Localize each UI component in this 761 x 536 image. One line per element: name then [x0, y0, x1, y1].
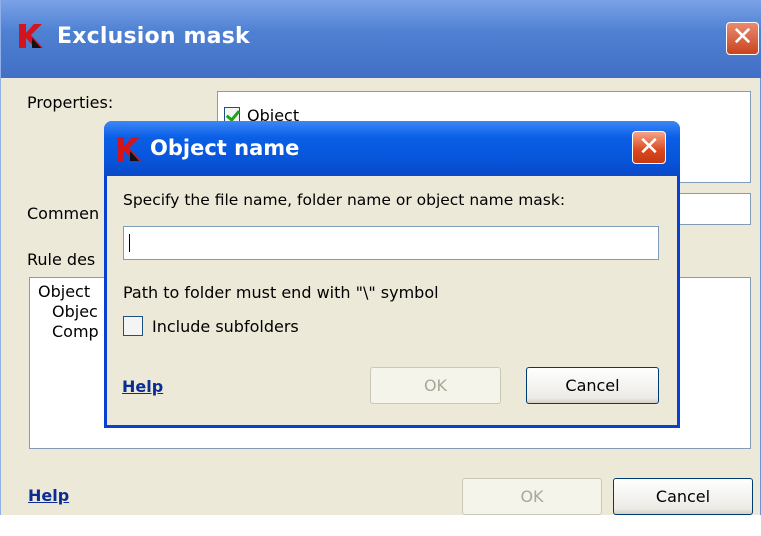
- include-subfolders-label: Include subfolders: [152, 316, 299, 336]
- rule-description-label: Rule des: [27, 250, 96, 269]
- object-name-input[interactable]: [123, 226, 659, 260]
- help-link[interactable]: Help: [28, 486, 69, 505]
- object-name-dialog: Object name ✕ Specify the file name, fol…: [104, 121, 680, 428]
- window-title: Exclusion mask: [57, 24, 250, 49]
- prompt-label: Specify the file name, folder name or ob…: [123, 191, 566, 209]
- cancel-button[interactable]: Cancel: [613, 478, 753, 515]
- ok-button[interactable]: OK: [462, 478, 602, 515]
- properties-label: Properties:: [27, 93, 114, 112]
- exclusion-mask-titlebar[interactable]: Exclusion mask ✕: [1, 0, 761, 78]
- kaspersky-logo-icon: [17, 22, 45, 54]
- close-icon[interactable]: ✕: [632, 131, 666, 164]
- cancel-button[interactable]: Cancel: [526, 367, 659, 404]
- dialog-title: Object name: [150, 136, 300, 160]
- rule-line: Objec: [52, 302, 98, 321]
- path-note-label: Path to folder must end with "\" symbol: [123, 283, 439, 302]
- close-icon[interactable]: ✕: [726, 22, 759, 55]
- rule-line: Comp: [52, 322, 99, 341]
- kaspersky-logo-icon: [115, 135, 143, 167]
- help-link[interactable]: Help: [122, 377, 163, 396]
- rule-line: Object: [38, 282, 91, 301]
- comment-label: Commen: [27, 204, 100, 223]
- include-subfolders-option[interactable]: Include subfolders: [123, 316, 299, 336]
- text-caret: [129, 234, 130, 252]
- object-name-titlebar[interactable]: Object name ✕: [104, 121, 680, 176]
- include-subfolders-checkbox[interactable]: [123, 316, 143, 336]
- ok-button[interactable]: OK: [370, 367, 501, 404]
